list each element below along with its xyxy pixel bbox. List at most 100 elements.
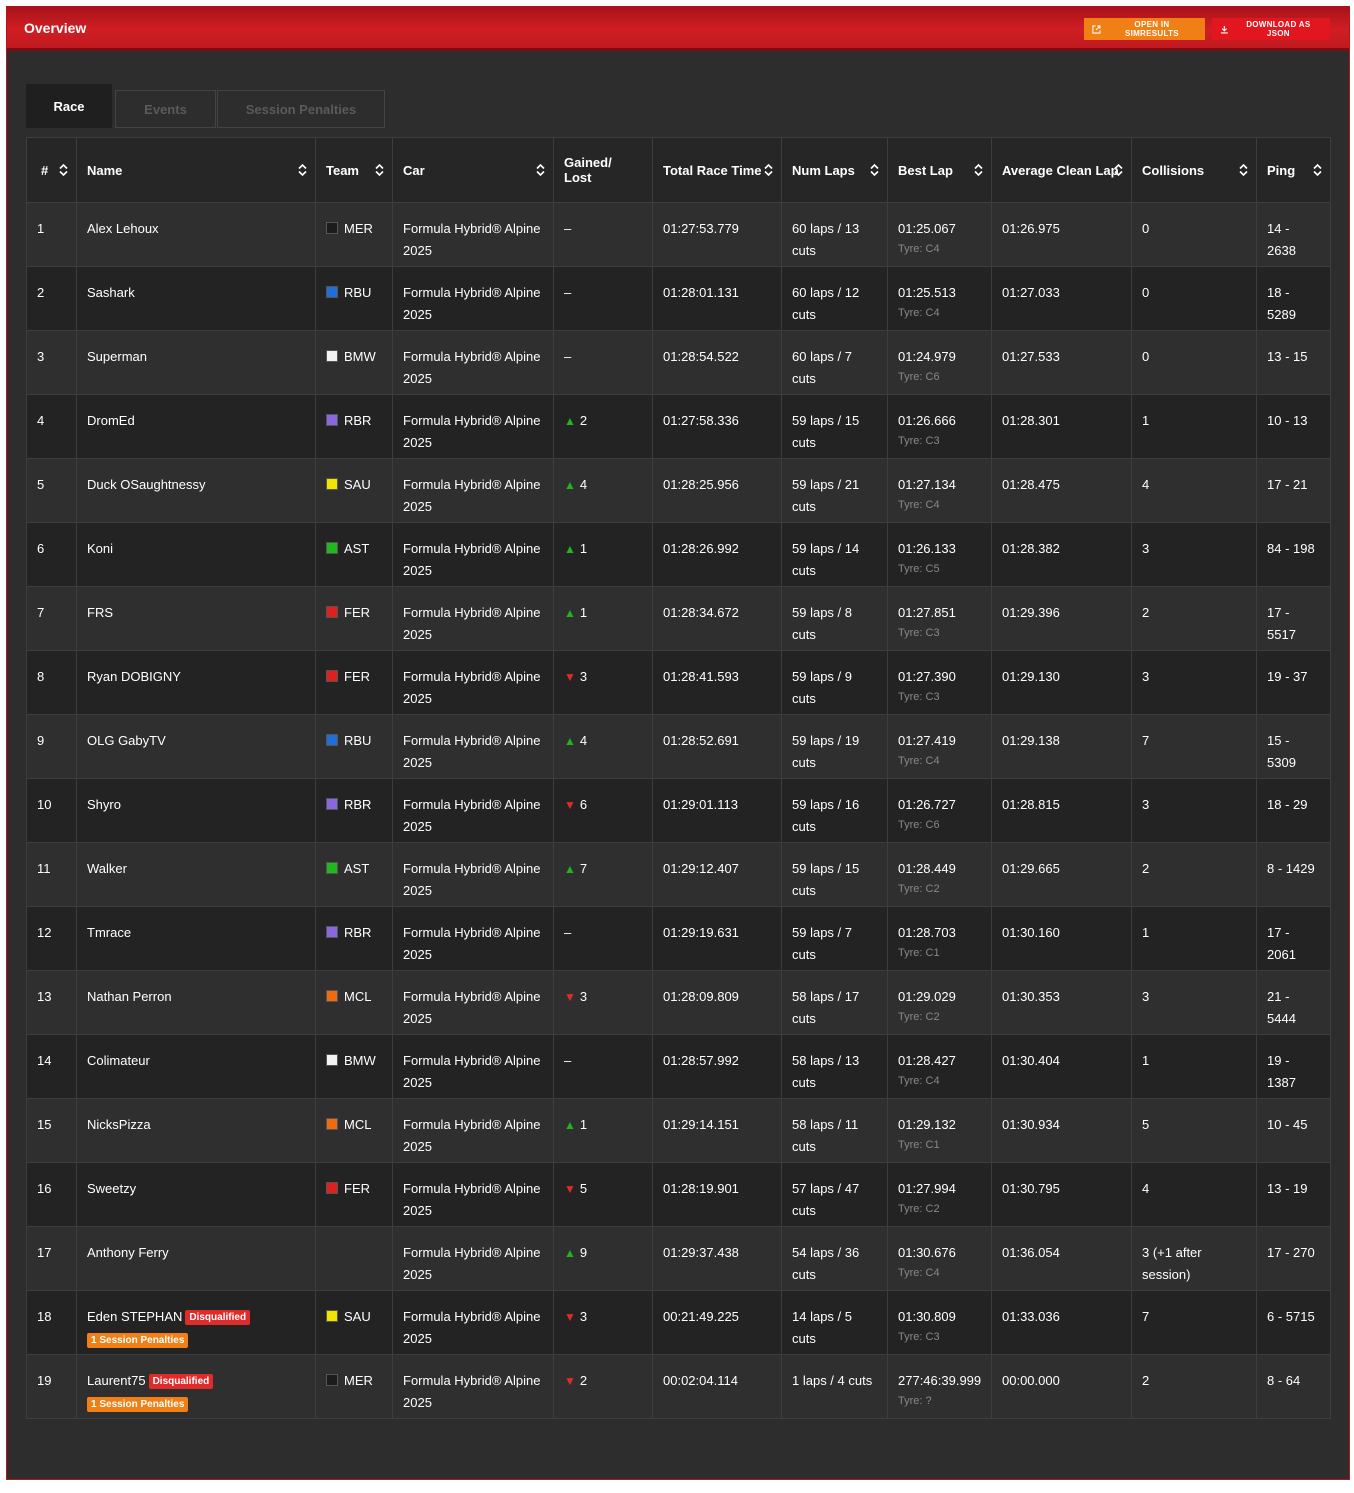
cell-gained-lost: –: [553, 906, 653, 971]
column-header-best-lap[interactable]: Best Lap: [887, 137, 992, 203]
sort-icon[interactable]: [59, 163, 68, 177]
team-color-swatch: [326, 1310, 338, 1322]
sort-icon[interactable]: [1313, 163, 1322, 177]
table-row: 5 Duck OSaughtnessy SAU Formula Hybrid® Alp…: [26, 458, 1331, 523]
column-header-collisions[interactable]: Collisions: [1131, 137, 1257, 203]
cell-car: Formula Hybrid® Alpine 2025: [392, 1354, 554, 1419]
team-code: BMW: [344, 349, 376, 364]
cell-team: MER: [315, 1354, 393, 1419]
cell-total-time: 01:27:53.779: [652, 202, 782, 267]
cell-best-lap: 01:28.427 Tyre: C4: [887, 1034, 992, 1099]
cell-collisions: 2: [1131, 1354, 1257, 1419]
driver-name: Walker: [87, 861, 127, 876]
cell-pos: 6: [26, 522, 77, 587]
best-lap-time: 01:26.727: [898, 797, 956, 812]
cell-collisions: 3 (+1 after session): [1131, 1226, 1257, 1291]
cell-name: DromEd: [76, 394, 316, 459]
position: 13: [37, 989, 52, 1004]
num-laps: 1 laps / 4 cuts: [792, 1373, 873, 1388]
column-header-num-laps[interactable]: Num Laps: [781, 137, 888, 203]
cell-best-lap: 01:27.419 Tyre: C4: [887, 714, 992, 779]
cell-car: Formula Hybrid® Alpine 2025: [392, 458, 554, 523]
open-in-simresults-button[interactable]: OPEN IN SIMRESULTS: [1084, 18, 1205, 40]
cell-ping: 13 - 15: [1256, 330, 1331, 395]
cell-collisions: 0: [1131, 330, 1257, 395]
cell-team: FER: [315, 586, 393, 651]
collisions: 3: [1142, 797, 1150, 812]
team-code: RBR: [344, 797, 372, 812]
collisions: 0: [1142, 221, 1150, 236]
driver-name: Nathan Perron: [87, 989, 172, 1004]
table-row: 9 OLG GabyTV RBU Formula Hybrid® Alpine 202…: [26, 714, 1331, 779]
tyre-compound: Tyre: C3: [898, 627, 940, 639]
position: 7: [37, 605, 45, 620]
cell-pos: 1: [26, 202, 77, 267]
column-header-name[interactable]: Name: [76, 137, 316, 203]
tab-race[interactable]: Race: [26, 84, 112, 128]
sort-icon[interactable]: [870, 163, 879, 177]
column-header-car[interactable]: Car: [392, 137, 554, 203]
cell-collisions: 3: [1131, 650, 1257, 715]
column-header-average-clean-lap[interactable]: Average Clean Lap: [991, 137, 1132, 203]
tab-session-penalties[interactable]: Session Penalties: [217, 90, 385, 128]
column-header-label: Total Race Time: [663, 162, 762, 178]
sort-icon[interactable]: [764, 163, 773, 177]
table-row: 13 Nathan Perron MCL Formula Hybrid® Alpine…: [26, 970, 1331, 1035]
session-penalties-badge[interactable]: 1 Session Penalties: [87, 1397, 189, 1412]
column-header-total-race-time[interactable]: Total Race Time: [652, 137, 782, 203]
sort-icon[interactable]: [1239, 163, 1248, 177]
cell-ping: 21 - 5444: [1256, 970, 1331, 1035]
car-name: Formula Hybrid® Alpine 2025: [403, 1245, 541, 1282]
cell-gained-lost: ▲ 1: [553, 522, 653, 587]
table-row: 19 Laurent75 Disqualified 1 Session Penalti…: [26, 1354, 1331, 1419]
column-header-team[interactable]: Team: [315, 137, 393, 203]
best-lap-time: 01:27.134: [898, 477, 956, 492]
cell-best-lap: 01:27.134 Tyre: C4: [887, 458, 992, 523]
total-race-time: 00:02:04.114: [663, 1373, 738, 1388]
column-header-ping[interactable]: Ping: [1256, 137, 1331, 203]
cell-name: Eden STEPHAN Disqualified 1 Session Penalt…: [76, 1290, 316, 1355]
tab-events[interactable]: Events: [115, 90, 216, 128]
sort-icon[interactable]: [375, 163, 384, 177]
cell-team: AST: [315, 842, 393, 907]
table-row: 4 DromEd RBR Formula Hybrid® Alpine 2025 ▲ 2 0…: [26, 394, 1331, 459]
cell-total-time: 01:28:34.672: [652, 586, 782, 651]
session-penalties-badge[interactable]: 1 Session Penalties: [87, 1333, 189, 1348]
gain-up-icon: ▲: [564, 606, 576, 620]
team-color-swatch: [326, 926, 338, 938]
car-name: Formula Hybrid® Alpine 2025: [403, 285, 541, 322]
sort-icon[interactable]: [536, 163, 545, 177]
collisions: 3: [1142, 989, 1150, 1004]
cell-name: OLG GabyTV: [76, 714, 316, 779]
cell-best-lap: 01:29.029 Tyre: C2: [887, 970, 992, 1035]
car-name: Formula Hybrid® Alpine 2025: [403, 605, 541, 642]
sort-icon[interactable]: [1114, 163, 1123, 177]
download-json-button[interactable]: DOWNLOAD AS JSON: [1212, 18, 1330, 40]
driver-name: Superman: [87, 349, 147, 364]
sort-icon[interactable]: [974, 163, 983, 177]
column-header-pos[interactable]: #: [26, 137, 77, 203]
cell-car: Formula Hybrid® Alpine 2025: [392, 1034, 554, 1099]
cell-name: Sashark: [76, 266, 316, 331]
results-body: 1 Alex Lehoux MER Formula Hybrid® Alpine 20…: [26, 202, 1331, 1419]
collisions: 2: [1142, 1373, 1150, 1388]
driver-name: Alex Lehoux: [87, 221, 159, 236]
cell-num-laps: 59 laps / 14 cuts: [781, 522, 888, 587]
average-clean-lap: 00:00.000: [1002, 1373, 1060, 1388]
ping: 19 - 37: [1267, 669, 1308, 684]
sort-icon[interactable]: [298, 163, 307, 177]
team-code: MCL: [344, 1117, 372, 1132]
team-color-swatch: [326, 1182, 338, 1194]
average-clean-lap: 01:29.130: [1002, 669, 1060, 684]
best-lap-time: 01:27.390: [898, 669, 956, 684]
cell-name: Alex Lehoux: [76, 202, 316, 267]
cell-total-time: 01:29:19.631: [652, 906, 782, 971]
cell-ping: 17 - 2061: [1256, 906, 1331, 971]
position: 15: [37, 1117, 52, 1132]
num-laps: 59 laps / 15 cuts: [792, 861, 860, 898]
cell-gained-lost: ▼ 3: [553, 1290, 653, 1355]
tyre-compound: Tyre: C3: [898, 691, 940, 703]
cell-best-lap: 01:27.390 Tyre: C3: [887, 650, 992, 715]
tyre-compound: Tyre: C4: [898, 499, 940, 511]
cell-pos: 15: [26, 1098, 77, 1163]
